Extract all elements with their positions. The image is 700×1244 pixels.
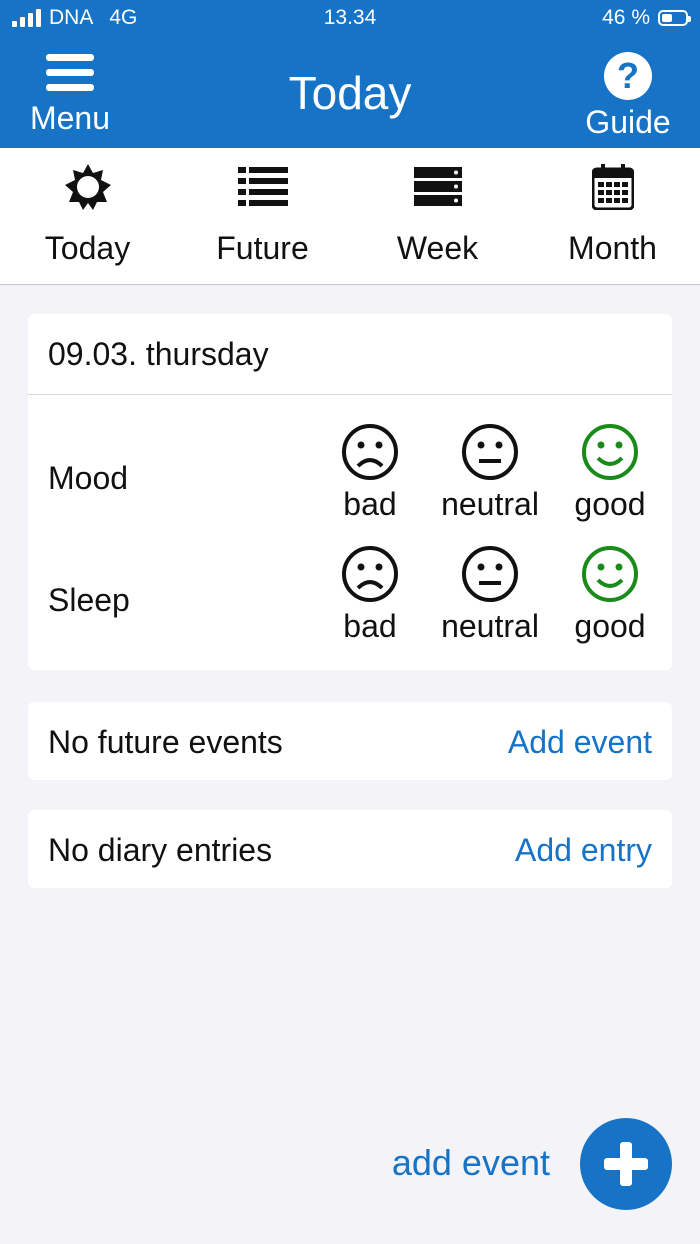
view-tabs: Today Future Week Month: [0, 148, 700, 285]
future-events-card: No future events Add event: [28, 702, 672, 780]
battery-icon: [658, 10, 691, 26]
sleep-good-label: good: [574, 608, 646, 644]
mood-bad-option[interactable]: bad: [310, 422, 430, 523]
week-icon: [350, 162, 525, 212]
mood-bad-label: bad: [343, 486, 397, 522]
add-entry-link[interactable]: Add entry: [515, 832, 652, 869]
tab-today[interactable]: Today: [0, 148, 175, 284]
sleep-bad-label: bad: [343, 608, 397, 644]
tab-future[interactable]: Future: [175, 148, 350, 284]
add-event-fab-label[interactable]: add event: [392, 1142, 550, 1184]
sad-face-icon: [342, 424, 398, 480]
neutral-face-icon: [462, 424, 518, 480]
sun-icon: [0, 162, 175, 212]
status-right: 46 %: [602, 6, 691, 30]
app-bar: Menu Today ? Guide: [0, 38, 700, 148]
tab-month-label: Month: [568, 230, 657, 266]
guide-label: Guide: [585, 104, 671, 140]
sleep-label: Sleep: [48, 582, 130, 618]
sleep-bad-option[interactable]: bad: [310, 544, 430, 645]
mood-label: Mood: [48, 460, 129, 496]
diary-card: No diary entries Add entry: [28, 810, 672, 888]
smile-face-icon: [582, 546, 638, 602]
question-circle-icon: ?: [604, 52, 652, 100]
day-card: 09.03. thursday Mood bad neutral good Sl…: [28, 314, 672, 670]
tab-week-label: Week: [396, 230, 479, 266]
sleep-good-option[interactable]: good: [550, 544, 670, 645]
tab-week[interactable]: Week: [350, 148, 525, 284]
tab-month[interactable]: Month: [525, 148, 700, 284]
day-date: 09.03. thursday: [28, 314, 672, 395]
mood-good-label: good: [574, 486, 646, 522]
battery-percent: 46 %: [602, 6, 650, 29]
status-bar: DNA 4G 13.34 46 %: [0, 0, 700, 38]
smile-face-icon: [582, 424, 638, 480]
tab-today-label: Today: [44, 230, 131, 266]
sleep-neutral-label: neutral: [441, 608, 539, 644]
calendar-icon: [525, 162, 700, 212]
status-time: 13.34: [323, 6, 377, 29]
tab-future-label: Future: [216, 230, 309, 266]
sad-face-icon: [342, 546, 398, 602]
add-event-fab-button[interactable]: [580, 1118, 672, 1210]
no-diary-text: No diary entries: [48, 832, 273, 868]
mood-neutral-label: neutral: [441, 486, 539, 522]
no-events-text: No future events: [48, 724, 283, 760]
guide-button[interactable]: ? Guide: [578, 48, 678, 141]
battery-fill: [662, 14, 672, 22]
add-event-link[interactable]: Add event: [508, 724, 652, 761]
neutral-face-icon: [462, 546, 518, 602]
mood-good-option[interactable]: good: [550, 422, 670, 523]
mood-neutral-option[interactable]: neutral: [430, 422, 550, 523]
list-icon: [175, 162, 350, 212]
mood-row: Mood bad neutral good: [28, 422, 672, 542]
sleep-neutral-option[interactable]: neutral: [430, 544, 550, 645]
sleep-row: Sleep bad neutral good: [28, 544, 672, 664]
